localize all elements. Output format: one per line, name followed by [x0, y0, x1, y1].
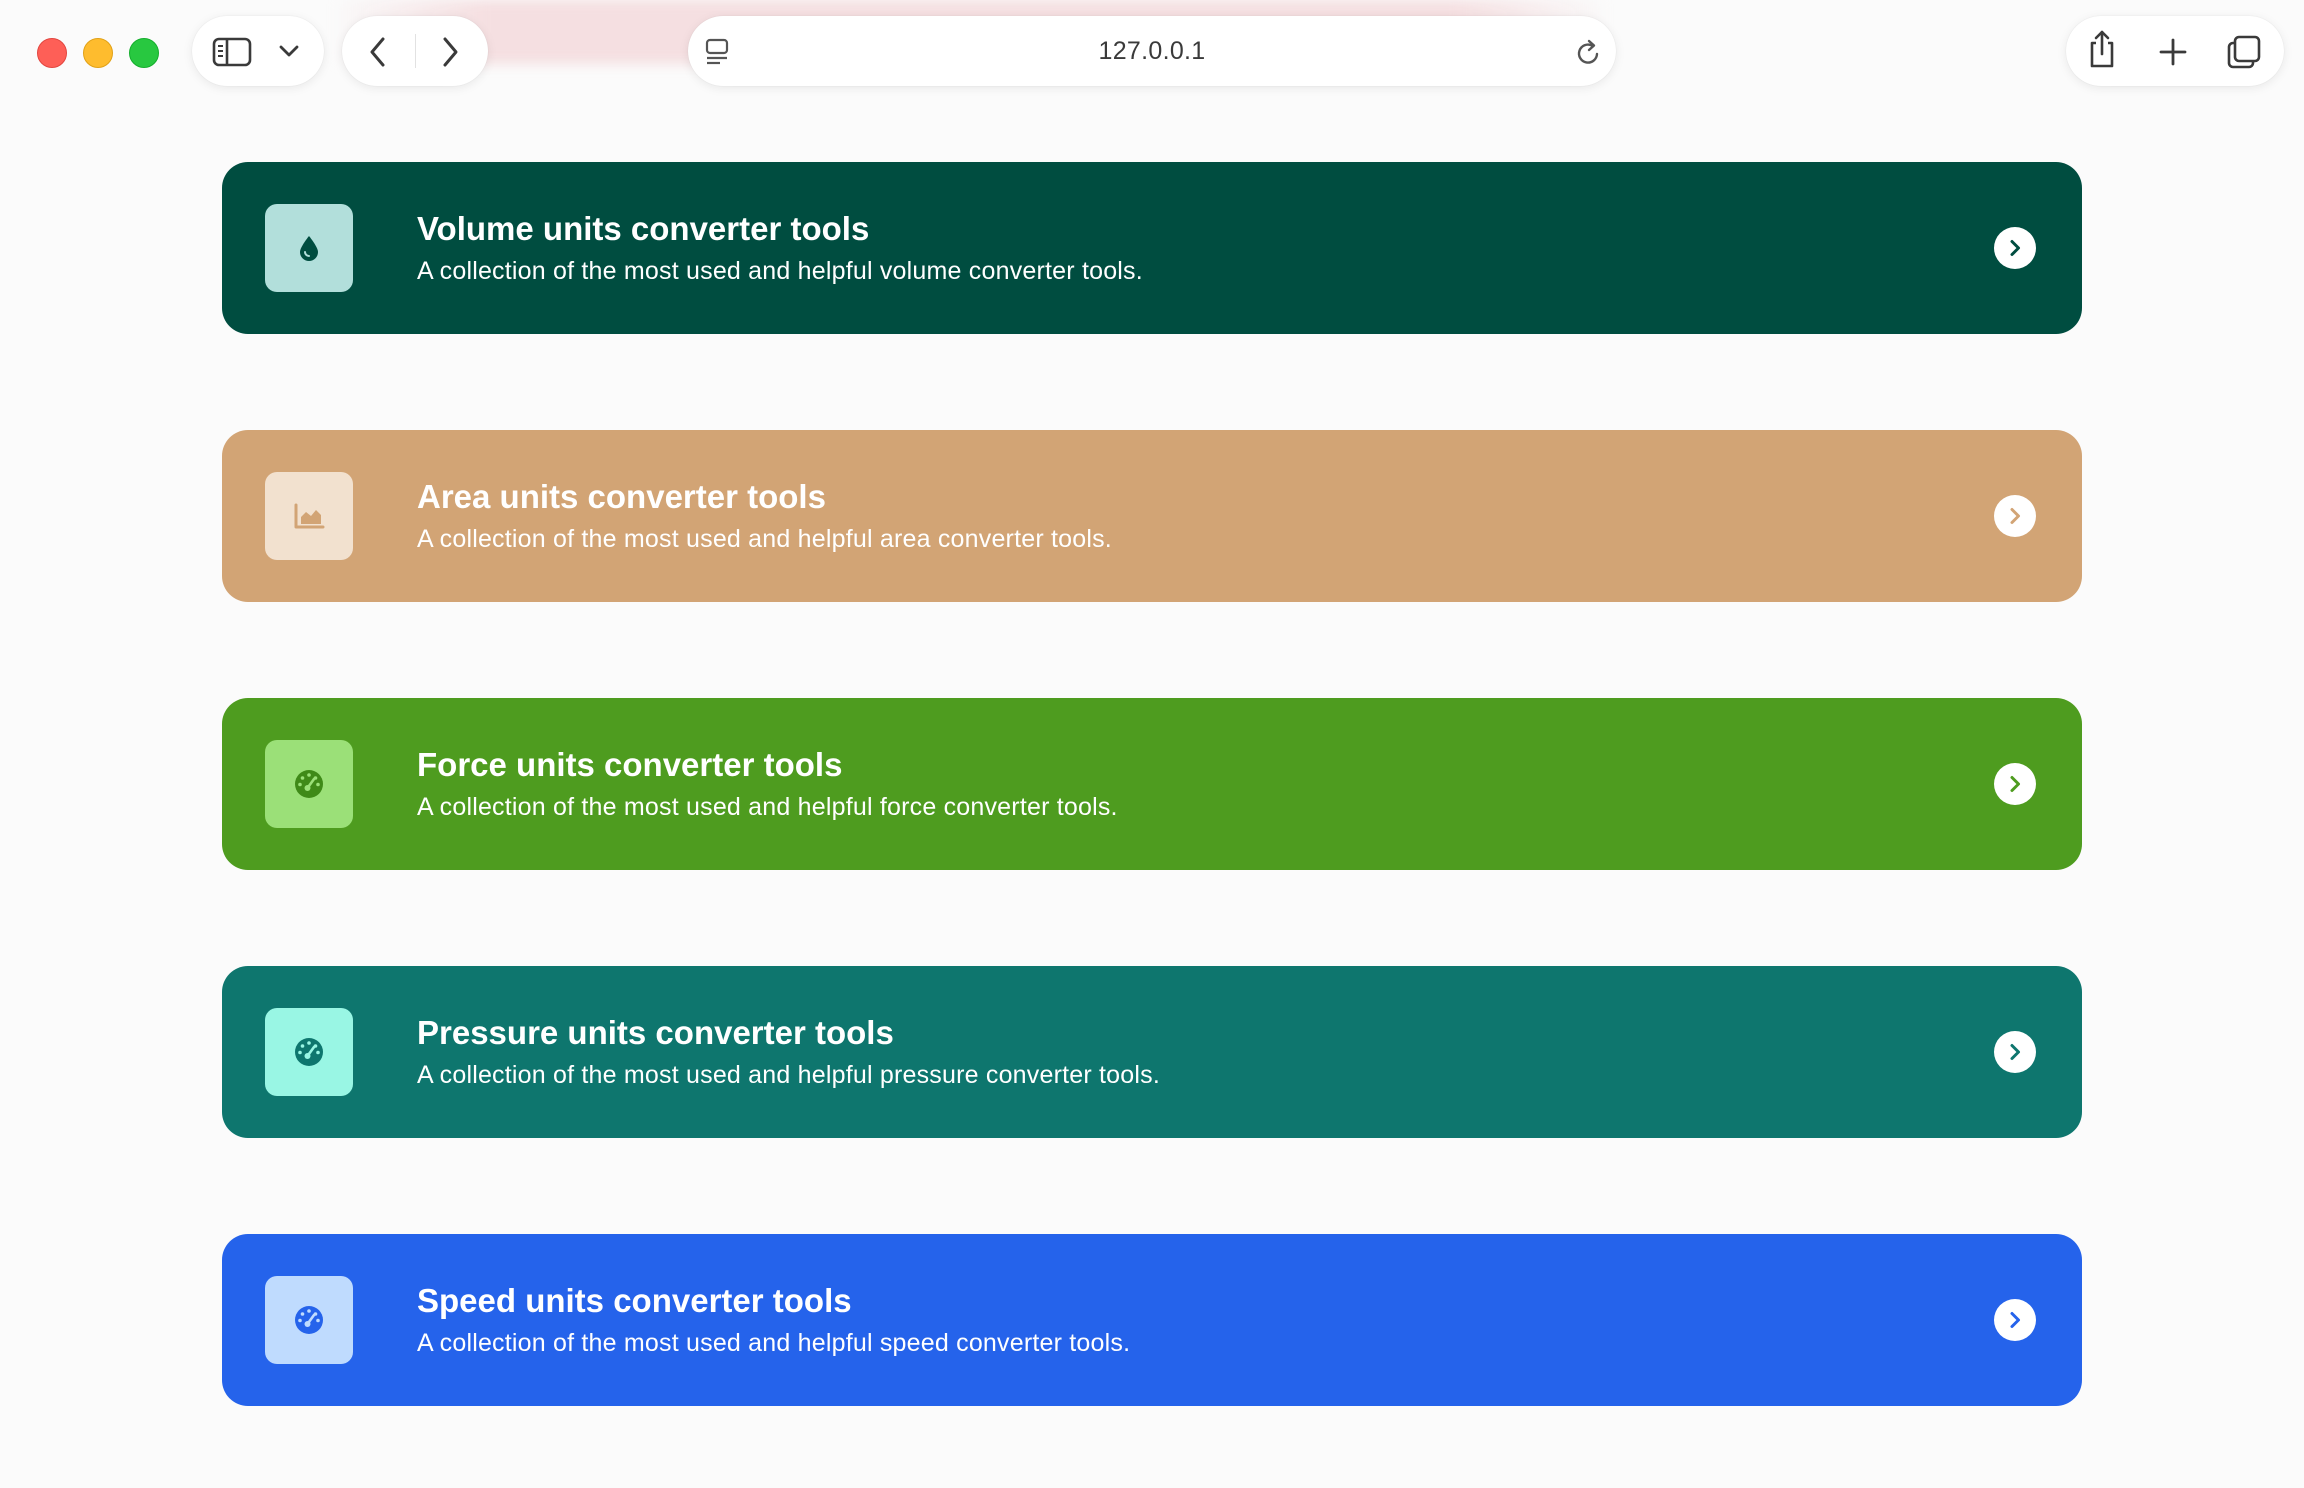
card-description: A collection of the most used and helpfu…	[417, 793, 1118, 821]
share-icon[interactable]	[2086, 28, 2118, 70]
card-arrow-button[interactable]	[1994, 1031, 2036, 1073]
browser-window: 127.0.0.1 Volume units converter tools A…	[0, 0, 2304, 1488]
plus-icon[interactable]	[2158, 37, 2188, 67]
card-arrow-button[interactable]	[1994, 227, 2036, 269]
tabs-overview-icon[interactable]	[2226, 34, 2262, 70]
card-icon-box	[265, 1008, 353, 1096]
card-arrow-button[interactable]	[1994, 763, 2036, 805]
nav-divider	[415, 34, 416, 68]
chevron-right-icon[interactable]	[438, 35, 462, 69]
minimize-window-button[interactable]	[83, 38, 113, 68]
card-force-converter[interactable]: Force units converter tools A collection…	[222, 698, 2082, 870]
card-icon-box	[265, 472, 353, 560]
card-arrow-button[interactable]	[1994, 1299, 2036, 1341]
chevron-right-icon	[2010, 1312, 2020, 1328]
chevron-right-icon	[2010, 1044, 2020, 1060]
card-arrow-button[interactable]	[1994, 495, 2036, 537]
card-title: Force units converter tools	[417, 746, 843, 783]
card-description: A collection of the most used and helpfu…	[417, 525, 1112, 553]
chevron-right-icon	[2010, 508, 2020, 524]
card-area-converter[interactable]: Area units converter tools A collection …	[222, 430, 2082, 602]
area-chart-icon	[294, 503, 325, 529]
card-title: Volume units converter tools	[417, 210, 870, 247]
droplet-icon	[300, 236, 318, 261]
chevron-down-icon[interactable]	[278, 43, 300, 59]
gauge-icon	[295, 770, 323, 798]
gauge-icon	[295, 1306, 323, 1334]
chevron-left-icon[interactable]	[366, 35, 390, 69]
card-icon-box	[265, 740, 353, 828]
maximize-window-button[interactable]	[129, 38, 159, 68]
card-description: A collection of the most used and helpfu…	[417, 1061, 1160, 1089]
card-description: A collection of the most used and helpfu…	[417, 1329, 1131, 1357]
card-icon-box	[265, 1276, 353, 1364]
gauge-icon	[295, 1038, 323, 1066]
reload-icon[interactable]	[1574, 38, 1604, 68]
chevron-right-icon	[2010, 776, 2020, 792]
address-text[interactable]: 127.0.0.1	[688, 16, 1616, 86]
chevron-right-icon	[2010, 240, 2020, 256]
close-window-button[interactable]	[37, 38, 67, 68]
card-pressure-converter[interactable]: Pressure units converter tools A collect…	[222, 966, 2082, 1138]
card-description: A collection of the most used and helpfu…	[417, 257, 1143, 285]
sidebar-icon[interactable]	[212, 37, 252, 67]
card-speed-converter[interactable]: Speed units converter tools A collection…	[222, 1234, 2082, 1406]
card-title: Pressure units converter tools	[417, 1014, 894, 1051]
card-title: Area units converter tools	[417, 478, 826, 515]
card-volume-converter[interactable]: Volume units converter tools A collectio…	[222, 162, 2082, 334]
browser-toolbar: 127.0.0.1	[0, 0, 2304, 104]
card-title: Speed units converter tools	[417, 1282, 852, 1319]
card-icon-box	[265, 204, 353, 292]
